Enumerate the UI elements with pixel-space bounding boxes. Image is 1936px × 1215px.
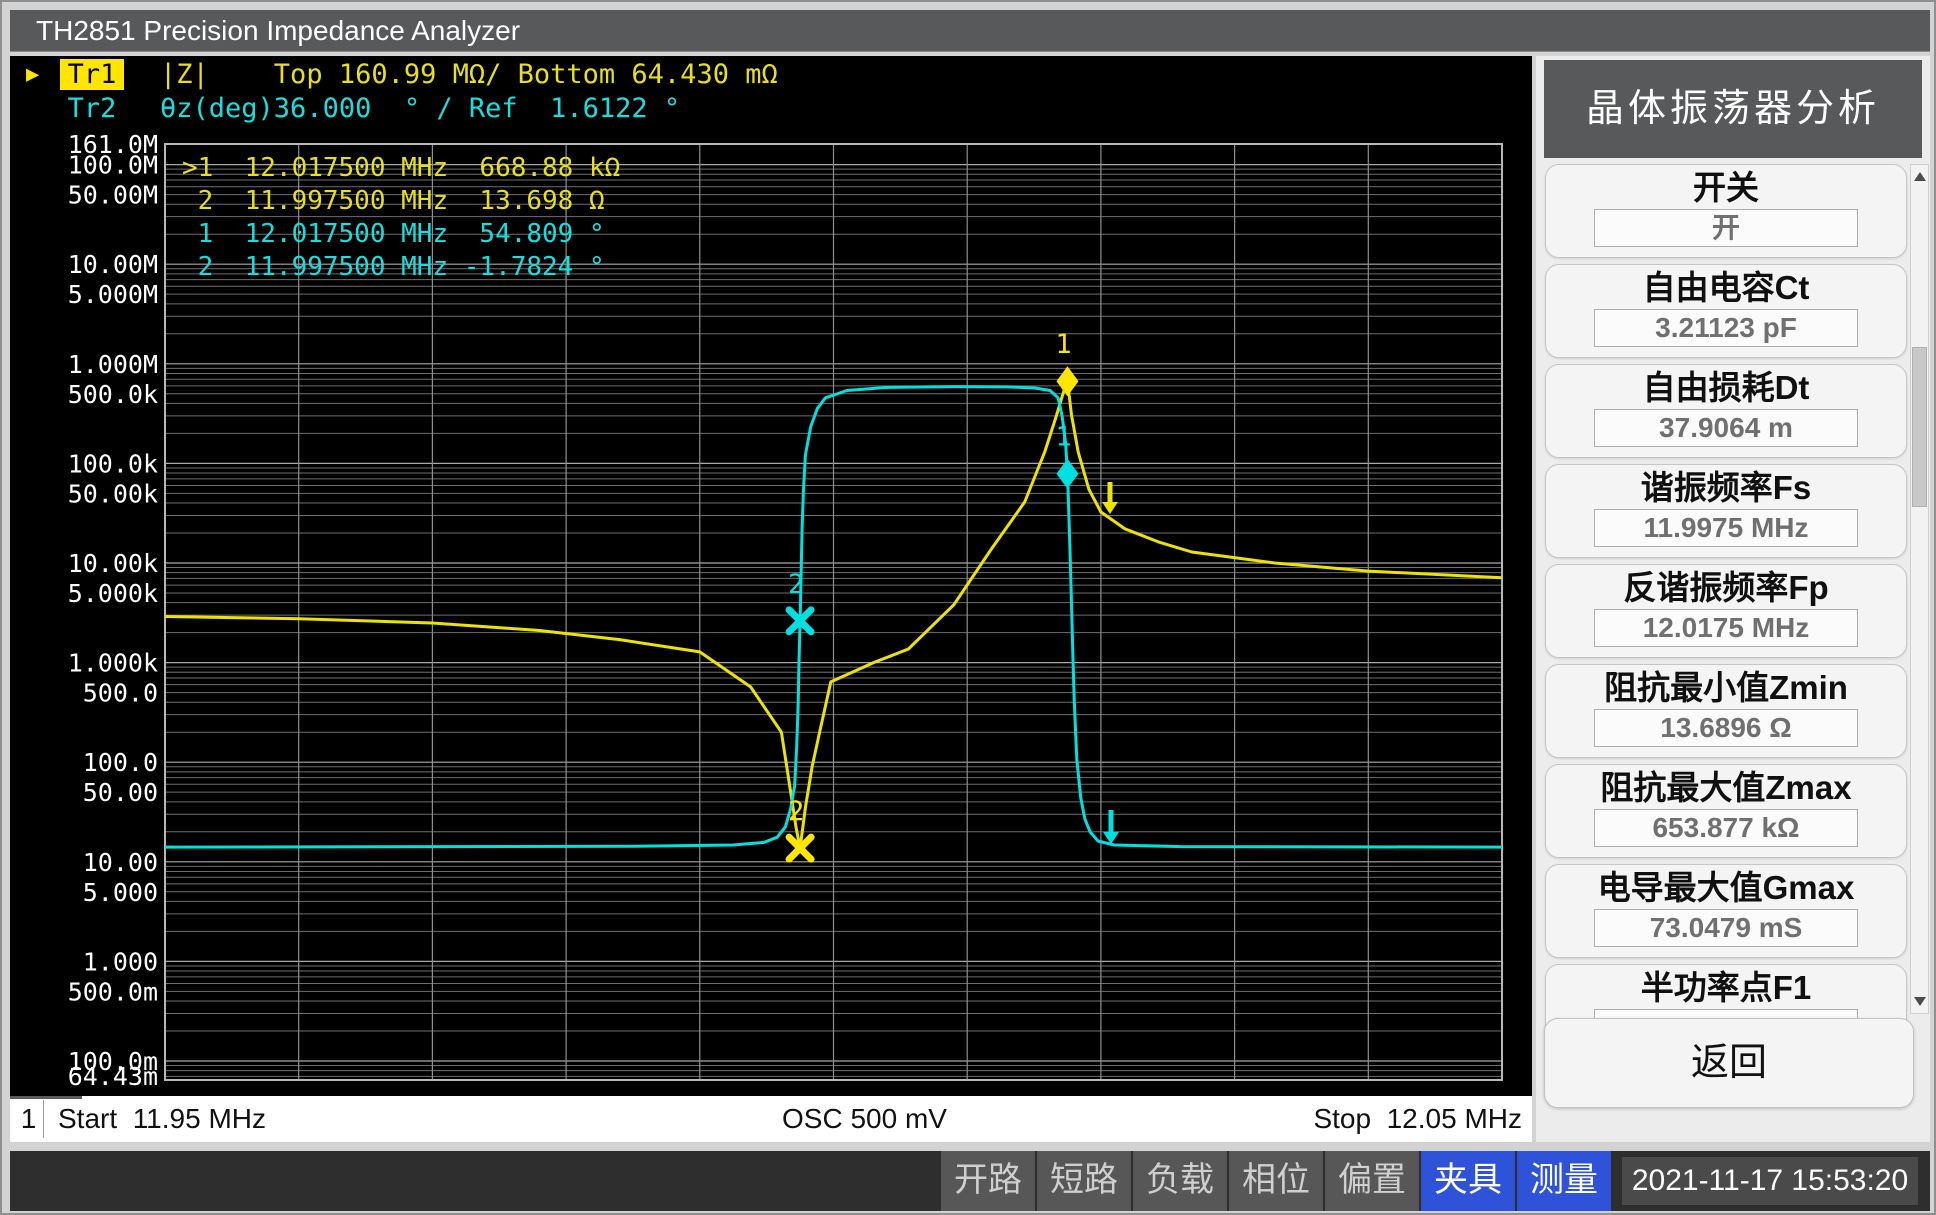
window-title: TH2851 Precision Impedance Analyzer	[10, 10, 1930, 52]
marker-readout-row: 2 11.997500 MHz 13.698 Ω	[182, 185, 620, 218]
softkey-value: 37.9064 m	[1594, 409, 1858, 447]
sweep-stop-label: Stop 12.05 MHz	[1313, 1100, 1522, 1138]
channel-number: 1	[14, 1100, 44, 1138]
softkey-panel: 晶体振荡器分析 开关开自由电容Ct3.21123 pF自由损耗Dt37.9064…	[1536, 56, 1930, 1142]
softkey-value: 73.0479 mS	[1594, 909, 1858, 947]
svg-text:2: 2	[788, 796, 804, 827]
softkey-label: 阻抗最小值Zmin	[1546, 665, 1906, 707]
svg-text:50.00k: 50.00k	[68, 479, 158, 508]
measurement-screen: ▶ Tr1 |Z| Top 160.99 MΩ/ Bottom 64.430 m…	[10, 56, 1532, 1142]
softkey-value: 开	[1594, 209, 1858, 247]
softkey-label: 电导最大值Gmax	[1546, 865, 1906, 907]
toolbar-button-3[interactable]: 相位	[1229, 1151, 1323, 1211]
softkey-value: 653.877 kΩ	[1594, 809, 1858, 847]
svg-text:500.0: 500.0	[83, 679, 158, 708]
softkey-item-0[interactable]: 开关开	[1545, 164, 1907, 258]
toolbar-button-1[interactable]: 短路	[1037, 1151, 1131, 1211]
softkey-label: 阻抗最大值Zmax	[1546, 765, 1906, 807]
softkey-label: 反谐振频率Fp	[1546, 565, 1906, 607]
bottom-toolbar: 开路短路负载相位偏置夹具测量 2021-11-17 15:53:20	[10, 1151, 1930, 1211]
svg-text:50.00: 50.00	[83, 778, 158, 807]
softkey-value: 13.6896 Ω	[1594, 709, 1858, 747]
softkey-label: 自由损耗Dt	[1546, 365, 1906, 407]
svg-text:1.000M: 1.000M	[68, 350, 158, 379]
softkey-item-5[interactable]: 阻抗最小值Zmin13.6896 Ω	[1545, 664, 1907, 758]
softkey-value: 12.0175 MHz	[1594, 609, 1858, 647]
toolbar-button-6[interactable]: 测量	[1517, 1151, 1611, 1211]
softkey-label: 谐振频率Fs	[1546, 465, 1906, 507]
scroll-down-icon[interactable]	[1911, 991, 1928, 1011]
osc-level-label: OSC 500 mV	[782, 1100, 947, 1138]
marker-readout-row: 1 12.017500 MHz 54.809 °	[182, 218, 620, 251]
svg-text:10.00k: 10.00k	[68, 549, 158, 578]
toolbar-button-group: 开路短路负载相位偏置夹具测量	[941, 1151, 1611, 1211]
svg-text:2: 2	[788, 569, 804, 600]
softkey-label: 半功率点F1	[1546, 965, 1906, 1007]
scrollbar-thumb[interactable]	[1912, 347, 1927, 507]
svg-text:1.000k: 1.000k	[68, 649, 158, 678]
sweep-start-label: Start 11.95 MHz	[58, 1100, 266, 1138]
svg-text:1: 1	[1055, 422, 1071, 453]
softkey-item-2[interactable]: 自由损耗Dt37.9064 m	[1545, 364, 1907, 458]
softkey-item-3[interactable]: 谐振频率Fs11.9975 MHz	[1545, 464, 1907, 558]
system-datetime: 2021-11-17 15:53:20	[1622, 1157, 1918, 1205]
softkey-panel-title: 晶体振荡器分析	[1544, 60, 1922, 158]
marker-readout-row: 2 11.997500 MHz -1.7824 °	[182, 251, 620, 284]
softkey-item-4[interactable]: 反谐振频率Fp12.0175 MHz	[1545, 564, 1907, 658]
svg-text:100.0k: 100.0k	[68, 449, 158, 478]
sweep-status-bar: 1 Start 11.95 MHz OSC 500 mV Stop 12.05 …	[10, 1096, 1532, 1142]
softkey-item-7[interactable]: 电导最大值Gmax73.0479 mS	[1545, 864, 1907, 958]
svg-text:100.0M: 100.0M	[68, 151, 158, 180]
softkey-value: 3.21123 pF	[1594, 309, 1858, 347]
softkey-scrollbar[interactable]	[1910, 164, 1929, 1014]
svg-text:5.000k: 5.000k	[68, 579, 158, 608]
toolbar-button-4[interactable]: 偏置	[1325, 1151, 1419, 1211]
svg-text:500.0k: 500.0k	[68, 380, 158, 409]
marker-readout-row: >1 12.017500 MHz 668.88 kΩ	[182, 152, 620, 185]
toolbar-button-5[interactable]: 夹具	[1421, 1151, 1515, 1211]
softkey-label: 开关	[1546, 165, 1906, 207]
softkey-value: 11.9975 MHz	[1594, 509, 1858, 547]
svg-text:5.000M: 5.000M	[68, 280, 158, 309]
scroll-up-icon[interactable]	[1911, 167, 1928, 187]
toolbar-button-0[interactable]: 开路	[941, 1151, 1035, 1211]
svg-text:5.000: 5.000	[83, 878, 158, 907]
svg-text:64.43m: 64.43m	[68, 1062, 158, 1091]
softkey-item-list: 开关开自由电容Ct3.21123 pF自由损耗Dt37.9064 m谐振频率Fs…	[1545, 164, 1907, 1064]
softkey-item-6[interactable]: 阻抗最大值Zmax653.877 kΩ	[1545, 764, 1907, 858]
svg-text:500.0m: 500.0m	[68, 977, 158, 1006]
svg-text:1.000: 1.000	[83, 947, 158, 976]
svg-text:50.00M: 50.00M	[68, 181, 158, 210]
softkey-label: 自由电容Ct	[1546, 265, 1906, 307]
softkey-item-1[interactable]: 自由电容Ct3.21123 pF	[1545, 264, 1907, 358]
svg-text:10.00: 10.00	[83, 848, 158, 877]
svg-text:10.00M: 10.00M	[68, 250, 158, 279]
svg-text:100.0: 100.0	[83, 748, 158, 777]
back-button[interactable]: 返回	[1544, 1018, 1914, 1108]
svg-text:1: 1	[1055, 329, 1071, 360]
channel-tab-mark	[10, 1096, 82, 1099]
instrument-window: TH2851 Precision Impedance Analyzer ▶ Tr…	[0, 0, 1936, 1215]
toolbar-button-2[interactable]: 负载	[1133, 1151, 1227, 1211]
marker-readout-table: >1 12.017500 MHz 668.88 kΩ 2 11.997500 M…	[182, 152, 620, 284]
